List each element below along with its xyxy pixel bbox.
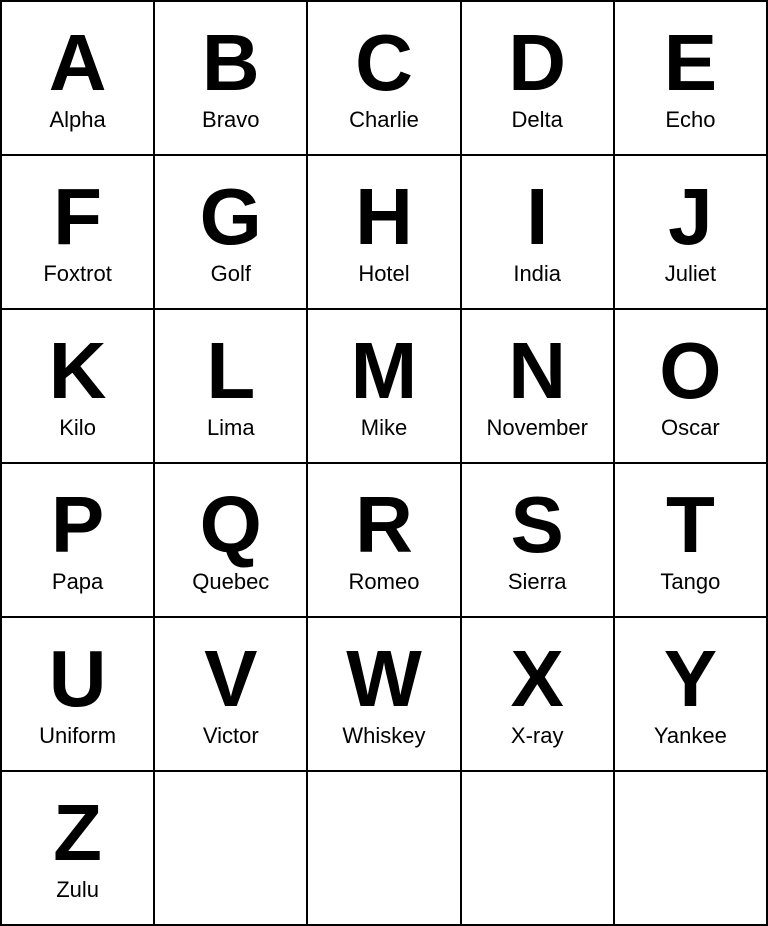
letter-j: J	[668, 177, 713, 257]
word-golf: Golf	[211, 261, 251, 287]
word-kilo: Kilo	[59, 415, 96, 441]
empty-cell-2	[462, 772, 615, 926]
letter-g: G	[200, 177, 262, 257]
cell-s: S Sierra	[462, 464, 615, 618]
word-yankee: Yankee	[654, 723, 727, 749]
cell-e: E Echo	[615, 2, 768, 156]
cell-k: K Kilo	[2, 310, 155, 464]
word-uniform: Uniform	[39, 723, 116, 749]
word-bravo: Bravo	[202, 107, 259, 133]
word-foxtrot: Foxtrot	[43, 261, 111, 287]
letter-m: M	[351, 331, 418, 411]
letter-c: C	[355, 23, 413, 103]
word-romeo: Romeo	[349, 569, 420, 595]
word-india: India	[513, 261, 561, 287]
cell-f: F Foxtrot	[2, 156, 155, 310]
empty-cell-1	[308, 772, 461, 926]
letter-b: B	[202, 23, 260, 103]
word-zulu: Zulu	[56, 877, 99, 903]
word-juliet: Juliet	[665, 261, 716, 287]
letter-p: P	[51, 485, 104, 565]
cell-d: D Delta	[462, 2, 615, 156]
letter-z: Z	[53, 793, 102, 873]
empty-cell-0	[155, 772, 308, 926]
letter-u: U	[49, 639, 107, 719]
letter-e: E	[664, 23, 717, 103]
word-alpha: Alpha	[49, 107, 105, 133]
letter-w: W	[346, 639, 422, 719]
word-papa: Papa	[52, 569, 103, 595]
cell-i: I India	[462, 156, 615, 310]
empty-cell-3	[615, 772, 768, 926]
cell-n: N November	[462, 310, 615, 464]
word-mike: Mike	[361, 415, 407, 441]
nato-alphabet-grid: A Alpha B Bravo C Charlie D Delta E Echo F Foxtrot G…	[0, 0, 768, 926]
cell-b: B Bravo	[155, 2, 308, 156]
cell-l: L Lima	[155, 310, 308, 464]
word-hotel: Hotel	[358, 261, 409, 287]
letter-n: N	[508, 331, 566, 411]
letter-d: D	[508, 23, 566, 103]
letter-a: A	[49, 23, 107, 103]
word-whiskey: Whiskey	[342, 723, 425, 749]
cell-m: M Mike	[308, 310, 461, 464]
cell-o: O Oscar	[615, 310, 768, 464]
cell-q: Q Quebec	[155, 464, 308, 618]
word-quebec: Quebec	[192, 569, 269, 595]
word-sierra: Sierra	[508, 569, 567, 595]
cell-u: U Uniform	[2, 618, 155, 772]
word-tango: Tango	[660, 569, 720, 595]
letter-k: K	[49, 331, 107, 411]
word-delta: Delta	[512, 107, 563, 133]
cell-z: Z Zulu	[2, 772, 155, 926]
letter-t: T	[666, 485, 715, 565]
letter-i: I	[526, 177, 548, 257]
cell-h: H Hotel	[308, 156, 461, 310]
letter-l: L	[206, 331, 255, 411]
letter-s: S	[511, 485, 564, 565]
cell-w: W Whiskey	[308, 618, 461, 772]
word-lima: Lima	[207, 415, 255, 441]
letter-f: F	[53, 177, 102, 257]
letter-x: X	[511, 639, 564, 719]
cell-a: A Alpha	[2, 2, 155, 156]
cell-t: T Tango	[615, 464, 768, 618]
word-charlie: Charlie	[349, 107, 419, 133]
cell-c: C Charlie	[308, 2, 461, 156]
cell-g: G Golf	[155, 156, 308, 310]
word-echo: Echo	[665, 107, 715, 133]
letter-q: Q	[200, 485, 262, 565]
cell-r: R Romeo	[308, 464, 461, 618]
letter-r: R	[355, 485, 413, 565]
word-victor: Victor	[203, 723, 259, 749]
word-november: November	[486, 415, 587, 441]
letter-v: V	[204, 639, 257, 719]
letter-o: O	[659, 331, 721, 411]
cell-x: X X-ray	[462, 618, 615, 772]
letter-h: H	[355, 177, 413, 257]
word-x-ray: X-ray	[511, 723, 564, 749]
letter-y: Y	[664, 639, 717, 719]
cell-p: P Papa	[2, 464, 155, 618]
word-oscar: Oscar	[661, 415, 720, 441]
cell-v: V Victor	[155, 618, 308, 772]
cell-j: J Juliet	[615, 156, 768, 310]
cell-y: Y Yankee	[615, 618, 768, 772]
